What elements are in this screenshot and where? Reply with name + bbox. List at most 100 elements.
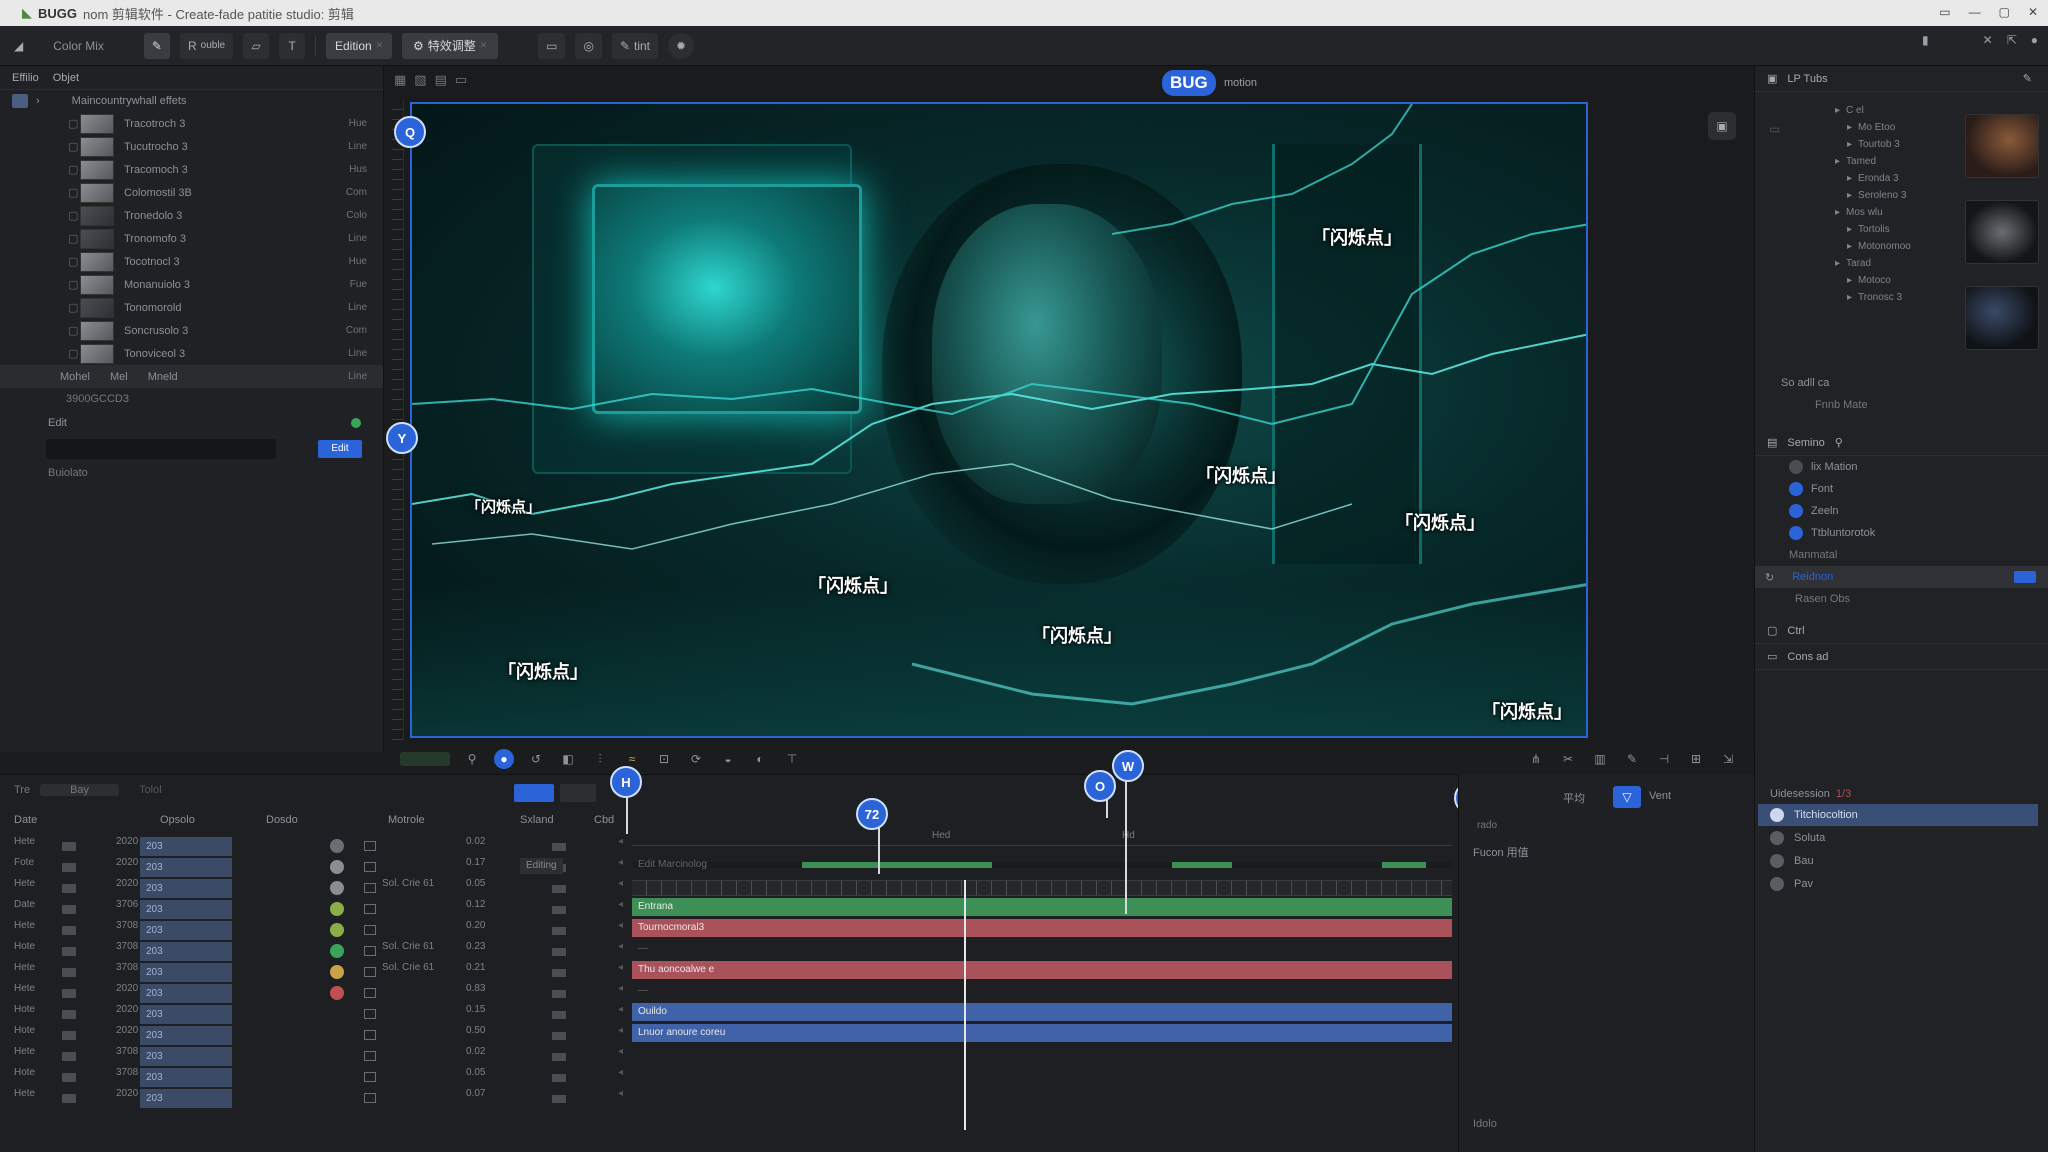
property-row[interactable]: Ttbluntorotok xyxy=(1755,522,2048,544)
asset-thumbnail[interactable] xyxy=(1965,286,2039,350)
link-icon[interactable]: ⚲ xyxy=(1835,436,1843,449)
marker-pin[interactable]: Q xyxy=(394,116,426,148)
layer-row[interactable]: ▢ Tonoviceol 3 Line xyxy=(0,342,383,365)
table-row[interactable]: Hote 2020 203 0.50 ◂ xyxy=(0,1025,630,1046)
layer-row[interactable]: ▢ Tracomoch 3 Hus xyxy=(0,158,383,181)
table-row[interactable]: Hote 3708 203 0.05 ◂ xyxy=(0,1067,630,1088)
layer-row[interactable]: ▢ Tronomofo 3 Line xyxy=(0,227,383,250)
outliner-item[interactable]: Soluta xyxy=(1758,827,2038,849)
close-icon[interactable]: ✕ xyxy=(2028,5,2038,19)
group-icon[interactable]: ⊞ xyxy=(1686,749,1706,769)
table-row[interactable]: Hete 2020 203 0.83 ◂ xyxy=(0,983,630,1004)
row-checkbox[interactable] xyxy=(364,841,376,851)
column-header[interactable]: Dosdo xyxy=(266,814,298,826)
playhead[interactable] xyxy=(964,880,966,1130)
shape-tool-button[interactable]: ▱ xyxy=(243,32,270,59)
status-dot[interactable] xyxy=(330,965,344,979)
viewer-side-button[interactable]: ▣ xyxy=(1708,112,1736,140)
mask-icon[interactable]: ◒ xyxy=(718,749,738,769)
column-header[interactable]: Opsolo xyxy=(160,814,195,826)
tree-item[interactable]: ▸ Eronda 3 xyxy=(1835,170,1965,187)
outliner-item[interactable]: Pav xyxy=(1758,873,2038,895)
filter-button[interactable]: ▽ xyxy=(1613,786,1641,808)
ruler-icon[interactable]: ⊤ xyxy=(782,749,802,769)
split-icon[interactable]: ⊣ xyxy=(1654,749,1674,769)
tree-item[interactable]: ▸ Tamed xyxy=(1835,153,1965,170)
magnet-icon[interactable]: ⋔ xyxy=(1526,749,1546,769)
property-row[interactable]: Zeeln xyxy=(1755,500,2048,522)
table-row[interactable]: Hete 3708 203 0.02 ◂ xyxy=(0,1046,630,1067)
status-dot[interactable] xyxy=(330,860,344,874)
settings-button[interactable]: ✹ xyxy=(668,32,695,59)
layer-row[interactable]: ▢ Colomostil 3B Com xyxy=(0,181,383,204)
layer-row-selected[interactable]: Mohel Mel Mneld Line xyxy=(0,365,383,388)
tree-item[interactable]: ▸ Mos wlu xyxy=(1835,204,1965,221)
status-dot[interactable] xyxy=(330,944,344,958)
tab-objet[interactable]: Objet xyxy=(53,72,79,84)
timeline-clip[interactable]: Ouildo xyxy=(632,1003,1452,1021)
tree-item[interactable]: ▸ Tronosc 3 xyxy=(1835,289,1965,306)
step-back-icon[interactable]: ◧ xyxy=(558,749,578,769)
status-dot[interactable] xyxy=(330,986,344,1000)
fullscreen-icon[interactable]: ⇲ xyxy=(1718,749,1738,769)
row-checkbox[interactable] xyxy=(364,862,376,872)
layers-icon[interactable]: ▤ xyxy=(435,72,447,88)
screen-icon[interactable]: ▭ xyxy=(455,72,467,88)
table-row[interactable]: Date 3706 203 0.12 ◂ xyxy=(0,899,630,920)
record-button[interactable]: ◎ xyxy=(575,32,602,59)
row-toggle[interactable] xyxy=(552,1074,566,1082)
section-cons[interactable]: ▭ Cons ad xyxy=(1755,644,2048,670)
table-row[interactable]: Hete 2020 203 0.07 ◂ xyxy=(0,1088,630,1109)
layer-row[interactable]: ▢ Tonomorold Line xyxy=(0,296,383,319)
rotate-icon[interactable]: ⟳ xyxy=(686,749,706,769)
marker-icon[interactable]: ⫶ xyxy=(590,749,610,769)
asset-thumbnail[interactable] xyxy=(1965,200,2039,264)
crop-icon[interactable]: ▧ xyxy=(414,72,426,88)
track-mode-button[interactable] xyxy=(514,784,554,802)
row-toggle[interactable] xyxy=(552,969,566,977)
table-row[interactable]: Hete 2020 203 Sol. Crie 61 0.05 ◂ xyxy=(0,878,630,899)
maximize-icon[interactable]: ▢ xyxy=(1999,5,2010,19)
timeline-tab[interactable]: Bay xyxy=(40,784,120,796)
tint-button[interactable]: ✎ tint xyxy=(611,32,659,59)
row-checkbox[interactable] xyxy=(364,967,376,977)
table-row[interactable]: Hote 3708 203 Sol. Crie 61 0.23 ◂ xyxy=(0,941,630,962)
column-header[interactable]: Sxland xyxy=(520,814,554,826)
tree-item[interactable]: ▸ Tourtob 3 xyxy=(1835,136,1965,153)
render-bar[interactable] xyxy=(400,752,450,766)
marker-pin[interactable]: O xyxy=(1084,770,1116,802)
row-checkbox[interactable] xyxy=(364,1030,376,1040)
row-toggle[interactable] xyxy=(552,948,566,956)
row-toggle[interactable] xyxy=(552,1095,566,1103)
layer-row[interactable]: ▢ Tronedolo 3 Colo xyxy=(0,204,383,227)
monitor-button[interactable]: ▭ xyxy=(538,32,566,59)
grid-icon[interactable]: ▦ xyxy=(394,72,406,88)
layer-row[interactable]: ▢ Soncrusolo 3 Com xyxy=(0,319,383,342)
row-toggle[interactable] xyxy=(552,1011,566,1019)
row-toggle[interactable] xyxy=(552,1032,566,1040)
property-row[interactable]: lix Mation xyxy=(1755,456,2048,478)
layer-row[interactable]: ▢ Tucutrocho 3 Line xyxy=(0,135,383,158)
video-preview[interactable]: 「闪烁点」 「闪烁点」 「闪烁点」 「闪烁点」 「闪烁点」 「闪烁点」 「闪烁点… xyxy=(410,102,1588,738)
timeline-tab[interactable]: Tolol xyxy=(139,784,162,796)
text-tool-button[interactable]: T xyxy=(279,32,306,59)
marker-pin[interactable]: H xyxy=(610,766,642,798)
tree-item[interactable]: ▸ Motonomoo xyxy=(1835,238,1965,255)
timeline-clip[interactable]: — xyxy=(632,940,1452,958)
outliner-item[interactable]: Titchiocoltion xyxy=(1758,804,2038,826)
timeline-clip[interactable]: — xyxy=(632,982,1452,1000)
row-checkbox[interactable] xyxy=(364,1072,376,1082)
status-dot[interactable] xyxy=(330,923,344,937)
minimize-icon[interactable]: — xyxy=(1969,5,1981,19)
row-checkbox[interactable] xyxy=(364,988,376,998)
layer-row[interactable]: ▢ Tocotnocl 3 Hue xyxy=(0,250,383,273)
timeline-clip[interactable]: Thu aoncoalwe e xyxy=(632,961,1452,979)
lock-icon[interactable]: ✎ xyxy=(2023,72,2032,85)
timeline-frame-ruler[interactable] xyxy=(632,880,1452,896)
snap-icon[interactable]: ⚲ xyxy=(462,749,482,769)
timeline-clip[interactable]: Entrana xyxy=(632,898,1452,916)
row-toggle[interactable] xyxy=(552,906,566,914)
cut-icon[interactable]: ✂ xyxy=(1558,749,1578,769)
mirror-icon[interactable]: ◐ xyxy=(750,749,770,769)
row-toggle[interactable] xyxy=(552,990,566,998)
